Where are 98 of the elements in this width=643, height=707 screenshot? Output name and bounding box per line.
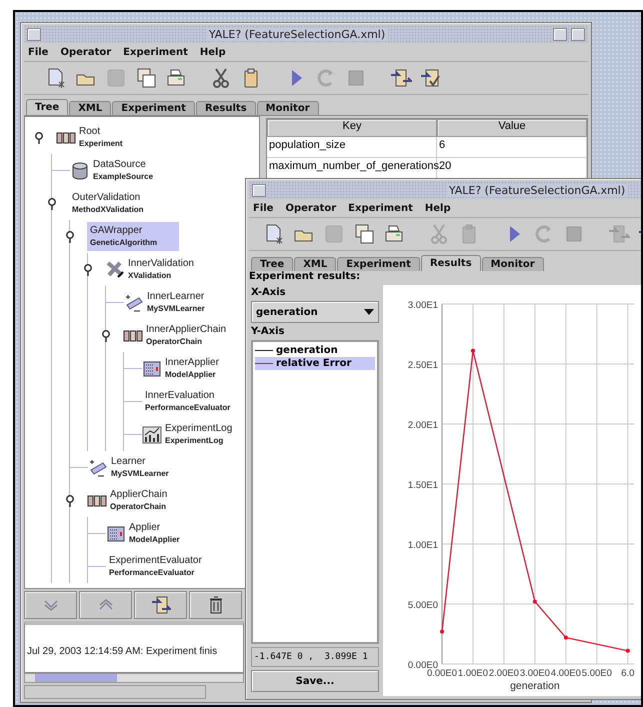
bar-chart-icon — [142, 424, 162, 444]
menu-item[interactable]: Operator — [60, 46, 112, 58]
tree-item[interactable]: Root Experiment — [76, 123, 126, 152]
series-label: relative Error — [276, 358, 352, 369]
tree-item[interactable]: InnerLearner MySVMLearner — [144, 288, 208, 317]
series-item[interactable]: generation — [255, 344, 375, 357]
tree-item[interactable]: DataSource ExampleSource — [90, 156, 156, 185]
tree-item[interactable]: InnerApplierChain OperatorChain — [143, 321, 230, 350]
axis-tick-label: 1.00E1 — [408, 540, 438, 551]
tree-item[interactable]: InnerEvaluation PerformanceEvaluator — [142, 387, 234, 416]
tree-item[interactable]: Applier ModelApplier — [126, 519, 183, 548]
trash-icon — [208, 596, 222, 614]
coordinates-field: -1.647E 0 , 3.099E 1 — [251, 647, 379, 667]
axis-tick-label: 5.00E0 — [582, 668, 612, 679]
menu-item[interactable]: Experiment — [123, 46, 188, 58]
data-point — [626, 648, 630, 653]
expander-handle[interactable] — [34, 130, 44, 144]
tab[interactable]: Tree — [251, 257, 294, 271]
horizontal-scrollbar[interactable] — [24, 673, 244, 683]
tab[interactable]: Experiment — [112, 101, 195, 115]
expander-handle[interactable] — [65, 494, 75, 508]
table-cell: population_size — [267, 137, 437, 158]
tab[interactable]: Results — [420, 255, 481, 271]
puzzle-check-icon[interactable] — [420, 67, 442, 89]
tab[interactable]: XML — [294, 257, 336, 271]
axis-tick-label: 0.00E0 — [408, 660, 438, 671]
axis-title: generation — [510, 680, 560, 692]
window-title: YALE? (FeatureSelectionGA.xml) — [206, 28, 388, 40]
tree-item[interactable]: ExperimentEvaluator PerformanceEvaluator — [106, 552, 205, 581]
tab[interactable]: Monitor — [482, 257, 544, 271]
menu-item[interactable]: Help — [200, 46, 226, 58]
maximize-button[interactable] — [571, 28, 585, 40]
floppy-disk-icon[interactable] — [353, 223, 375, 245]
caret-icon — [364, 309, 374, 315]
save-button[interactable]: Save... — [251, 670, 379, 692]
axis-tick-label: 1.00E0 — [458, 668, 488, 679]
axis-tick-label: 2.00E1 — [408, 420, 438, 431]
scissors-icon[interactable] — [210, 67, 232, 89]
tree-item[interactable]: Learner MySVMLearner — [108, 453, 172, 482]
table-cell: 6 — [437, 137, 587, 158]
chevron-up-icon — [98, 599, 114, 611]
tree-item[interactable]: GAWrapper GeneticAlgorithm — [87, 222, 179, 251]
data-point — [564, 636, 568, 640]
menu-item[interactable]: File — [28, 46, 48, 58]
expander-handle[interactable] — [101, 328, 111, 342]
axis-tick-label: 3.00E1 — [408, 300, 438, 311]
minimize-button[interactable] — [553, 28, 567, 40]
expander-handle[interactable] — [83, 262, 93, 276]
axis-tick-label: 1.50E1 — [408, 480, 438, 491]
axis-tick-label: 0.00E0 — [426, 668, 458, 679]
series-item[interactable]: relative Error — [255, 357, 375, 370]
tab[interactable]: Monitor — [256, 101, 319, 115]
section-heading: Experiment results: — [249, 271, 362, 284]
column-header[interactable]: Value — [437, 119, 587, 137]
column-header[interactable]: Key — [267, 119, 437, 137]
log-line: Jul 29, 2003 12:14:59 AM: Experiment finis — [27, 646, 218, 657]
menu-item[interactable]: Experiment — [348, 202, 413, 214]
learner-icon — [88, 458, 108, 478]
floppy-disk-icon[interactable] — [135, 67, 157, 89]
tab[interactable]: Results — [196, 101, 256, 115]
window-menu-button[interactable] — [27, 28, 41, 40]
expander-handle[interactable] — [65, 230, 75, 244]
window-title: YALE? (FeatureSelectionGA.xml) — [446, 184, 628, 196]
puzzle-arrows-icon — [150, 595, 170, 615]
chevron-down-icon — [42, 599, 58, 611]
tab[interactable]: XML — [69, 101, 112, 115]
axis-tick-label: 3.00E0 — [520, 668, 550, 679]
crossed-tools-icon — [105, 260, 125, 280]
tab[interactable]: Experiment — [337, 257, 420, 271]
tab[interactable]: Tree — [26, 99, 68, 115]
tree-item[interactable]: ApplierChain OperatorChain — [107, 486, 170, 515]
puzzle-arrows-icon[interactable] — [390, 67, 412, 89]
expander-handle[interactable] — [47, 196, 57, 210]
data-point — [470, 348, 475, 353]
axis-tick-label: 5.00E0 — [408, 600, 438, 611]
tree-item[interactable]: OuterValidation MethodXValidation — [69, 189, 147, 218]
series-label: generation — [276, 345, 338, 356]
data-point — [440, 630, 444, 634]
menu-item[interactable]: File — [253, 202, 274, 214]
move-down-button[interactable] — [24, 591, 77, 619]
tree-item[interactable]: ExperimentLog ExperimentLog — [162, 420, 236, 449]
x-axis-dropdown[interactable]: generation — [251, 301, 379, 323]
wizard-button[interactable] — [134, 591, 187, 619]
axis-tick-label: 2.00E0 — [488, 668, 519, 679]
window-menu-button[interactable] — [252, 184, 266, 196]
axis-label: Y-Axis — [251, 326, 286, 337]
delete-button[interactable] — [189, 591, 242, 619]
data-point — [532, 600, 537, 604]
tree-item[interactable]: InnerValidation XValidation — [125, 255, 197, 284]
axis-label: X-Axis — [251, 287, 287, 298]
menu-item[interactable]: Operator — [285, 202, 336, 214]
menu-item[interactable]: Help — [424, 202, 451, 214]
axis-tick-label: 2.50E1 — [408, 360, 438, 371]
tree-item[interactable]: InnerApplier ModelApplier — [162, 354, 222, 383]
learner-icon — [124, 292, 144, 312]
axis-tick-label: 6.0 — [621, 668, 634, 679]
database-icon — [70, 160, 90, 180]
axis-tick-label: 4.00E0 — [550, 668, 581, 679]
